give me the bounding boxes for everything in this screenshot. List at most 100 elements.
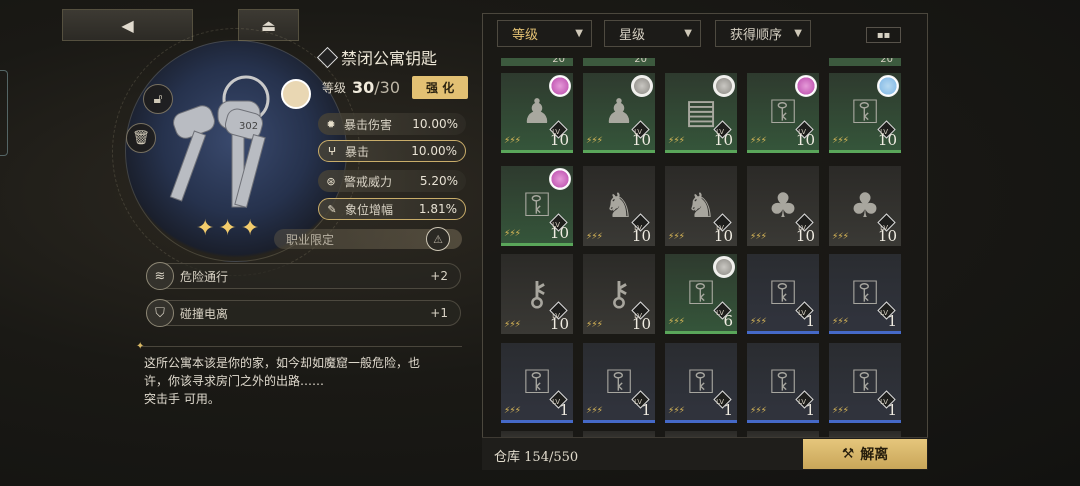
owner-avatar bbox=[713, 75, 735, 97]
owner-avatar bbox=[795, 75, 817, 97]
inventory-item[interactable]: ⚿ LV 1 ⚡⚡⚡ bbox=[747, 254, 819, 334]
level-label: 等级 bbox=[322, 81, 347, 95]
owner-avatar bbox=[549, 168, 571, 190]
dismantle-icon: ⚒ bbox=[841, 446, 855, 462]
item-art-icon: ♣ bbox=[767, 186, 799, 226]
inventory-item[interactable]: ⚿ LV 1 ⚡⚡⚡ bbox=[829, 254, 901, 334]
inventory-grid: 20 20 20 ♟ LV 10 ⚡⚡⚡ ♟ LV 10 ⚡⚡⚡ ▤ LV 10 ⚡⚡⚡ ⚿ LV 10 ⚡⚡⚡ ⚿ L… bbox=[497, 58, 917, 438]
inventory-item[interactable]: ⚿ LV 10 ⚡⚡⚡ bbox=[747, 73, 819, 153]
inventory-item[interactable]: ⚷ LV 10 ⚡⚡⚡ bbox=[501, 254, 573, 334]
rarity-stars: ⚡⚡⚡ bbox=[504, 320, 521, 330]
class-limit-label: 职业限定 bbox=[286, 232, 335, 247]
level-value: 30/30 bbox=[352, 78, 401, 97]
inventory-item[interactable]: ♟ LV 10 ⚡⚡⚡ bbox=[583, 73, 655, 153]
item-art-icon: ⚿ bbox=[688, 272, 714, 313]
item-level: 10 bbox=[549, 131, 569, 149]
dismantle-button[interactable]: ⚒ 解离 bbox=[803, 439, 927, 469]
inventory-item[interactable]: ♟ LV 10 ⚡⚡⚡ bbox=[501, 73, 573, 153]
item-level: 1 bbox=[641, 401, 651, 419]
item-level: 6 bbox=[723, 312, 733, 330]
inventory-item[interactable]: ⚿ LV 10 ⚡⚡⚡ bbox=[829, 73, 901, 153]
item-art-icon: ⚷ bbox=[524, 274, 550, 314]
inventory-row-partial[interactable]: 20 bbox=[501, 58, 573, 66]
rarity-stars: ⚡⚡⚡ bbox=[750, 406, 767, 416]
item-level: 10 bbox=[549, 315, 569, 333]
inventory-item[interactable]: ♞ LV 10 ⚡⚡⚡ bbox=[665, 166, 737, 246]
item-level: 10 bbox=[795, 227, 815, 245]
owner-avatar bbox=[877, 75, 899, 97]
trash-icon: 🗑︎ bbox=[132, 130, 150, 146]
feather-icon: ✎ bbox=[327, 202, 337, 216]
inventory-item[interactable]: ⚿ LV 1 ⚡⚡⚡ bbox=[583, 343, 655, 423]
item-name: 禁闭公寓钥匙 bbox=[341, 49, 438, 68]
stat-alert-power: ⊛ 警戒威力 5.20% bbox=[318, 170, 466, 192]
rarity-stars: ⚡⚡⚡ bbox=[668, 317, 685, 327]
rarity-stars: ⚡⚡⚡ bbox=[504, 229, 521, 239]
item-level: 10 bbox=[631, 227, 651, 245]
rarity-stars: ⚡⚡⚡ bbox=[504, 136, 521, 146]
item-art-icon: ♞ bbox=[685, 186, 717, 226]
inventory-item[interactable]: ⚿ LV 6 ⚡⚡⚡ bbox=[665, 254, 737, 334]
stat-crit: ⵖ 暴击 10.00% bbox=[318, 140, 466, 162]
item-description: 这所公寓本该是你的家，如今却如魔窟一般危险，也 许，你该寻求房门之外的出路…… … bbox=[144, 356, 421, 406]
filter-stars-dropdown[interactable]: 星级 ▼ bbox=[604, 20, 701, 47]
owner-avatar bbox=[713, 256, 735, 278]
rarity-stars: ⚡⚡⚡ bbox=[504, 406, 521, 416]
inventory-item[interactable]: ♞ LV 10 ⚡⚡⚡ bbox=[583, 166, 655, 246]
item-art-icon: ⚿ bbox=[770, 91, 796, 132]
storage-count: 仓库 154/550 bbox=[494, 450, 579, 465]
rarity-stars: ⚡⚡⚡ bbox=[586, 320, 603, 330]
inventory-item[interactable]: ♣ LV 10 ⚡⚡⚡ bbox=[747, 166, 819, 246]
rarity-stars: ⚡⚡⚡ bbox=[750, 232, 767, 242]
back-button[interactable]: ◀︎ bbox=[62, 9, 193, 41]
inventory-item[interactable]: ⚿ LV 1 ⚡⚡⚡ bbox=[665, 343, 737, 423]
item-level: 1 bbox=[887, 312, 897, 330]
inventory-row-partial[interactable]: 20 bbox=[829, 58, 901, 66]
crit-icon: ⵖ bbox=[327, 144, 337, 158]
skill-danger-pass[interactable]: ≋ 危险通行 +2 bbox=[146, 262, 461, 290]
inventory-item[interactable]: ⚿ LV 1 ⚡⚡⚡ bbox=[501, 343, 573, 423]
inventory-item[interactable]: ⚿ LV 1 ⚡⚡⚡ bbox=[747, 343, 819, 423]
lock-icon: 🔓︎ bbox=[153, 91, 163, 107]
side-drawer-tab[interactable] bbox=[0, 70, 8, 156]
item-art-icon: ♞ bbox=[603, 186, 635, 226]
rarity-stars: ⚡⚡⚡ bbox=[586, 136, 603, 146]
inventory-item[interactable]: ▤ LV 10 ⚡⚡⚡ bbox=[665, 73, 737, 153]
filter-order-dropdown[interactable]: 获得顺序 ▼ bbox=[715, 20, 811, 47]
item-art-icon: ♟ bbox=[521, 91, 553, 132]
rarity-stars: ⚡⚡⚡ bbox=[668, 406, 685, 416]
rarity-stars: ⚡⚡⚡ bbox=[832, 406, 849, 416]
class-triangle-icon: ⚠ bbox=[426, 227, 450, 251]
inventory-item[interactable]: ⚿ LV 1 ⚡⚡⚡ bbox=[829, 343, 901, 423]
crit-damage-icon: ✹ bbox=[326, 117, 336, 131]
inventory-item[interactable]: ⚿ LV 10 ⚡⚡⚡ bbox=[501, 166, 573, 246]
skill-collision-ionize[interactable]: ⛉ 碰撞电离 +1 bbox=[146, 299, 461, 327]
grid-icon: ▪▪ bbox=[876, 29, 891, 41]
inventory-item[interactable]: ♣ LV 10 ⚡⚡⚡ bbox=[829, 166, 901, 246]
delete-button[interactable]: 🗑︎ bbox=[126, 123, 156, 153]
chevron-down-icon: ▼ bbox=[794, 28, 802, 39]
item-level: 1 bbox=[887, 401, 897, 419]
item-art-icon: ⚿ bbox=[770, 361, 796, 402]
inventory-row-partial[interactable]: 20 bbox=[583, 58, 655, 66]
enhance-button[interactable]: 强 化 bbox=[412, 76, 469, 99]
class-limit-bar[interactable]: 职业限定 ⚠ bbox=[274, 227, 462, 251]
item-art-icon: ⚿ bbox=[688, 361, 714, 402]
rarity-stars: ⚡⚡⚡ bbox=[586, 232, 603, 242]
item-art-icon: ⚿ bbox=[524, 361, 550, 402]
divider bbox=[140, 346, 462, 347]
rarity-stars: ✦✦✦ bbox=[196, 216, 264, 241]
item-level: 10 bbox=[795, 131, 815, 149]
inventory-item[interactable]: ⚷ LV 10 ⚡⚡⚡ bbox=[583, 254, 655, 334]
item-art-icon: ⚿ bbox=[852, 272, 878, 313]
stat-phase-boost: ✎ 象位增幅 1.81% bbox=[318, 198, 466, 220]
grid-view-toggle[interactable]: ▪▪ bbox=[866, 27, 901, 43]
item-level: 1 bbox=[805, 401, 815, 419]
item-level: 1 bbox=[805, 312, 815, 330]
rarity-stars: ⚡⚡⚡ bbox=[586, 406, 603, 416]
item-title: 禁闭公寓钥匙 bbox=[316, 45, 438, 69]
lock-button[interactable]: 🔓︎ bbox=[143, 84, 173, 114]
item-level: 1 bbox=[723, 401, 733, 419]
filter-level-dropdown[interactable]: 等级 ▼ bbox=[497, 20, 592, 47]
rarity-stars: ⚡⚡⚡ bbox=[750, 317, 767, 327]
